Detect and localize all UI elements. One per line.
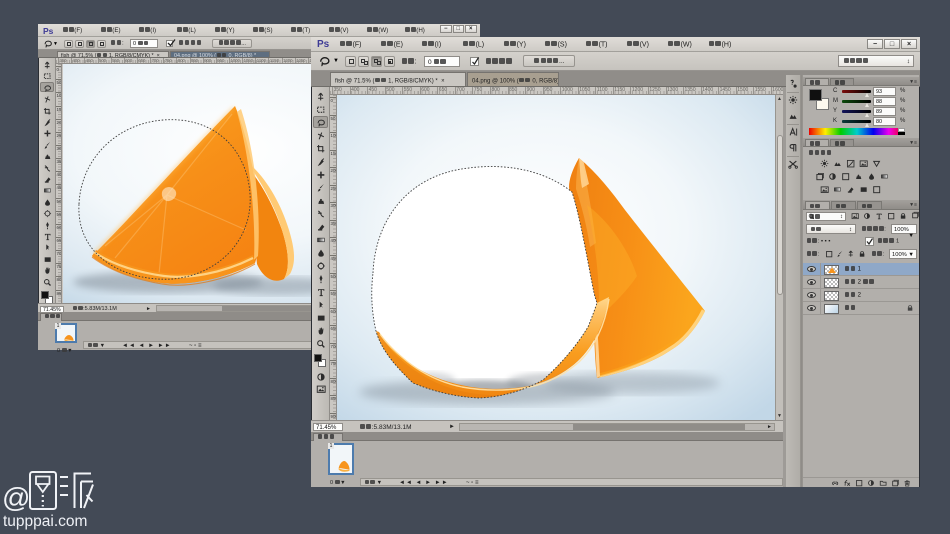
svg-text:@: @ [2, 482, 30, 513]
svg-text:tupppai.com: tupppai.com [3, 513, 87, 530]
